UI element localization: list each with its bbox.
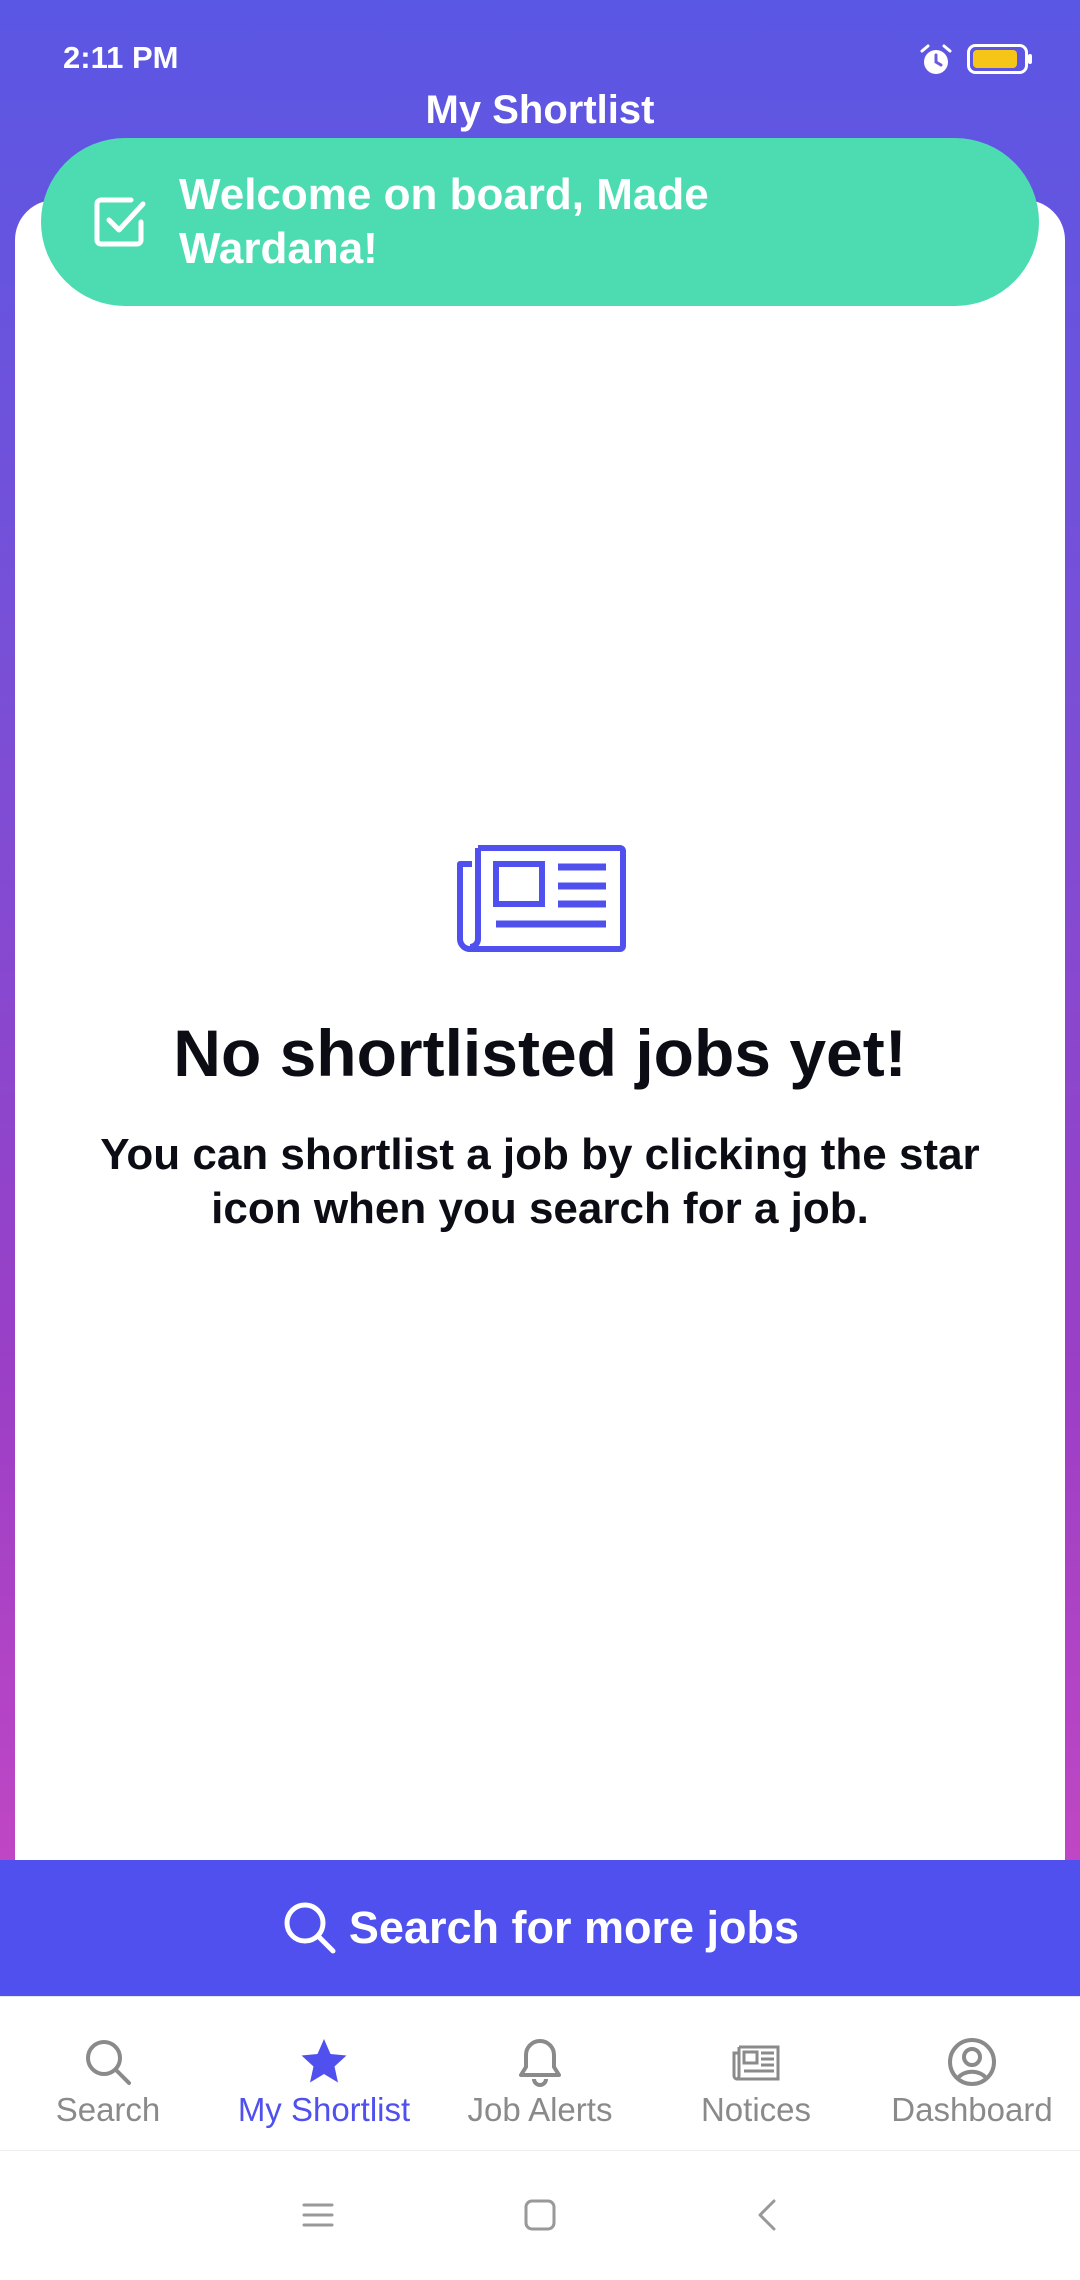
- empty-state-title: No shortlisted jobs yet!: [173, 1016, 907, 1090]
- alarm-icon: [920, 44, 952, 74]
- newspaper-icon: [457, 845, 626, 952]
- status-time: 2:11 PM: [63, 40, 179, 75]
- nav-label-notices: Notices: [700, 2091, 812, 2128]
- search-more-jobs-label: Search for more jobs: [348, 1902, 800, 1953]
- nav-label-dashboard: Dashboard: [891, 2091, 1053, 2128]
- toast-message: Welcome on board, Made Wardana!: [179, 170, 709, 273]
- bottom-navigation: Search My Shortlist Job Alerts Notices D…: [0, 1996, 1080, 2150]
- nav-label-my-shortlist: My Shortlist: [237, 2091, 411, 2128]
- user-circle-icon: [948, 2038, 996, 2086]
- empty-state-description: You can shortlist a job by clicking the …: [100, 1130, 980, 1233]
- nav-item-my-shortlist[interactable]: My Shortlist: [216, 1997, 432, 2150]
- back-icon[interactable]: [746, 2193, 790, 2237]
- nav-item-notices[interactable]: Notices: [648, 1997, 864, 2150]
- system-navigation-bar: [0, 2150, 1080, 2280]
- star-icon: [301, 2039, 347, 2083]
- check-square-icon: [94, 197, 146, 247]
- nav-label-job-alerts: Job Alerts: [467, 2091, 613, 2128]
- welcome-toast[interactable]: Welcome on board, Made Wardana!: [41, 138, 1039, 306]
- search-icon: [284, 1902, 336, 1954]
- search-icon: [86, 2040, 131, 2085]
- nav-item-job-alerts[interactable]: Job Alerts: [432, 1997, 648, 2150]
- search-more-jobs-button[interactable]: Search for more jobs: [0, 1860, 1080, 1996]
- nav-label-search: Search: [55, 2091, 161, 2128]
- bell-icon: [519, 2039, 561, 2087]
- menu-icon[interactable]: [296, 2193, 340, 2237]
- page-title: My Shortlist: [425, 88, 655, 132]
- newspaper-icon: [732, 2045, 780, 2081]
- nav-item-search[interactable]: Search: [0, 1997, 216, 2150]
- home-icon[interactable]: [518, 2193, 562, 2237]
- battery-icon: [967, 44, 1032, 74]
- nav-item-dashboard[interactable]: Dashboard: [864, 1997, 1080, 2150]
